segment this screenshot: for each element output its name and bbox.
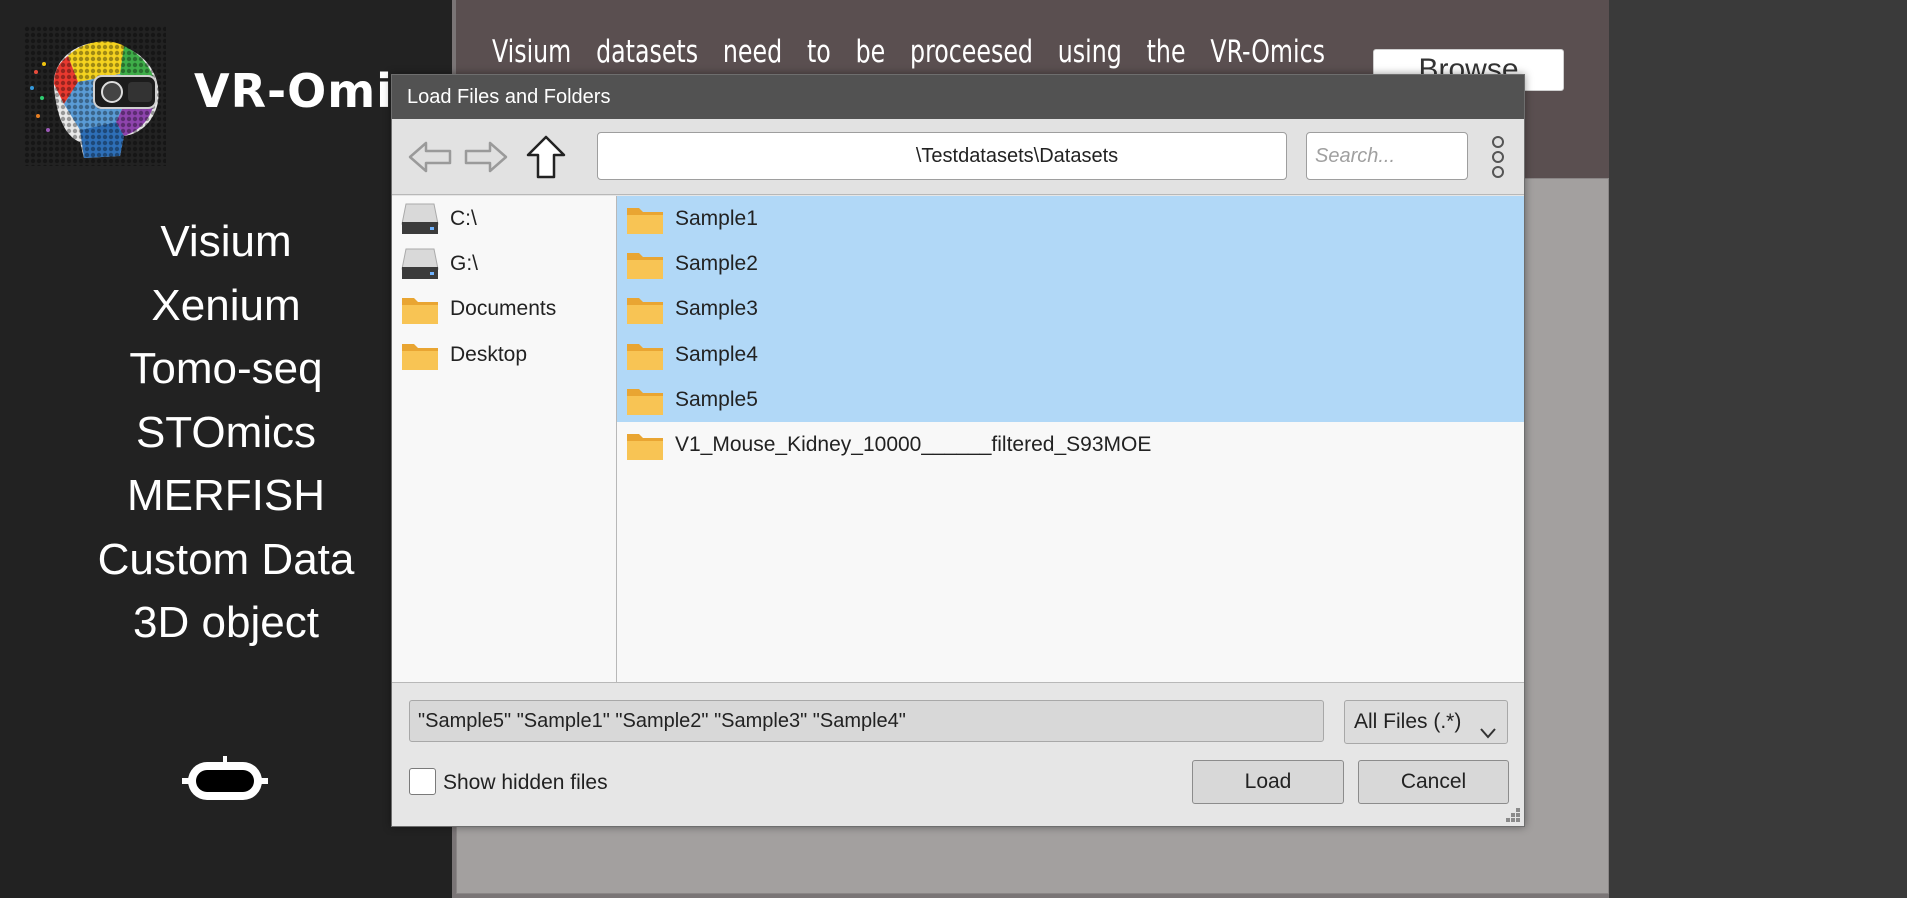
file-label: Sample5: [675, 387, 758, 411]
place-item-g-drive[interactable]: G:\: [392, 241, 616, 286]
place-label: Desktop: [450, 342, 528, 366]
sidebar: VR-Omic Visium Xenium Tomo-seq STOmics M…: [0, 0, 452, 898]
filename-input[interactable]: "Sample5" "Sample1" "Sample2" "Sample3" …: [409, 700, 1324, 742]
file-item-sample3[interactable]: Sample3: [617, 286, 1524, 332]
show-hidden-checkbox[interactable]: [409, 768, 436, 795]
sidebar-item-xenium[interactable]: Xenium: [0, 274, 452, 338]
sidebar-item-3d-object[interactable]: 3D object: [0, 591, 452, 655]
sidebar-item-tomo-seq[interactable]: Tomo-seq: [0, 337, 452, 401]
file-label: Sample3: [675, 297, 758, 321]
sidebar-item-merfish[interactable]: MERFISH: [0, 464, 452, 528]
load-button[interactable]: Load: [1192, 760, 1344, 804]
up-arrow-icon[interactable]: [522, 133, 570, 181]
folder-icon: [400, 338, 440, 372]
back-arrow-icon[interactable]: [406, 137, 454, 177]
sidebar-item-visium[interactable]: Visium: [0, 210, 452, 274]
app-logo: [24, 26, 166, 166]
show-hidden-label: Show hidden files: [443, 771, 608, 794]
folder-icon: [625, 247, 665, 281]
folder-icon: [625, 292, 665, 326]
info-text: Visium datasets need to be proceesed usi…: [492, 34, 1325, 70]
load-files-dialog: Load Files and Folders \Testdatasets\Dat…: [391, 74, 1525, 827]
places-panel: C:\ G:\ Documents Desktop: [392, 196, 617, 683]
place-label: G:\: [450, 251, 479, 275]
file-type-select[interactable]: All Files (.*): [1344, 700, 1508, 744]
place-item-desktop[interactable]: Desktop: [392, 332, 616, 377]
file-item-sample1[interactable]: Sample1: [617, 196, 1524, 242]
path-input[interactable]: \Testdatasets\Datasets: [597, 132, 1287, 180]
place-item-c-drive[interactable]: C:\: [392, 196, 616, 241]
forward-arrow-icon[interactable]: [462, 137, 510, 177]
window-margin: [1609, 0, 1907, 898]
folder-icon: [625, 202, 665, 236]
file-label: Sample4: [675, 342, 758, 366]
vr-headset-icon[interactable]: [180, 756, 270, 806]
dialog-title[interactable]: Load Files and Folders: [392, 75, 1524, 119]
sidebar-item-stomics[interactable]: STOmics: [0, 401, 452, 465]
file-label: V1_Mouse_Kidney_10000______filtered_S93M…: [675, 433, 1152, 457]
more-vertical-icon[interactable]: [1490, 135, 1506, 179]
folder-icon: [625, 338, 665, 372]
drive-icon: [400, 202, 440, 236]
drive-icon: [400, 247, 440, 281]
folder-icon: [625, 428, 665, 462]
file-item-sample2[interactable]: Sample2: [617, 241, 1524, 287]
place-label: Documents: [450, 297, 557, 321]
file-list: Sample1 Sample2 Sample3 Sample4 Sample5: [617, 196, 1524, 683]
file-label: Sample1: [675, 206, 758, 230]
file-type-value: All Files (.*): [1354, 710, 1462, 733]
folder-icon: [400, 292, 440, 326]
resize-grip-icon[interactable]: [1502, 804, 1522, 824]
dialog-toolbar: \Testdatasets\Datasets Search...: [392, 119, 1524, 195]
folder-icon: [625, 383, 665, 417]
chevron-down-icon: [1479, 714, 1497, 739]
app-title: VR-Omic: [194, 64, 422, 118]
sidebar-item-custom-data[interactable]: Custom Data: [0, 528, 452, 592]
place-label: C:\: [450, 206, 477, 230]
sidebar-nav: Visium Xenium Tomo-seq STOmics MERFISH C…: [0, 210, 452, 655]
search-input[interactable]: Search...: [1306, 132, 1468, 180]
file-label: Sample2: [675, 251, 758, 275]
file-item-sample5[interactable]: Sample5: [617, 377, 1524, 423]
place-item-documents[interactable]: Documents: [392, 287, 616, 332]
file-item-sample4[interactable]: Sample4: [617, 331, 1524, 378]
file-item-v1-mouse-kidney[interactable]: V1_Mouse_Kidney_10000______filtered_S93M…: [617, 422, 1524, 467]
cancel-button[interactable]: Cancel: [1358, 760, 1509, 804]
